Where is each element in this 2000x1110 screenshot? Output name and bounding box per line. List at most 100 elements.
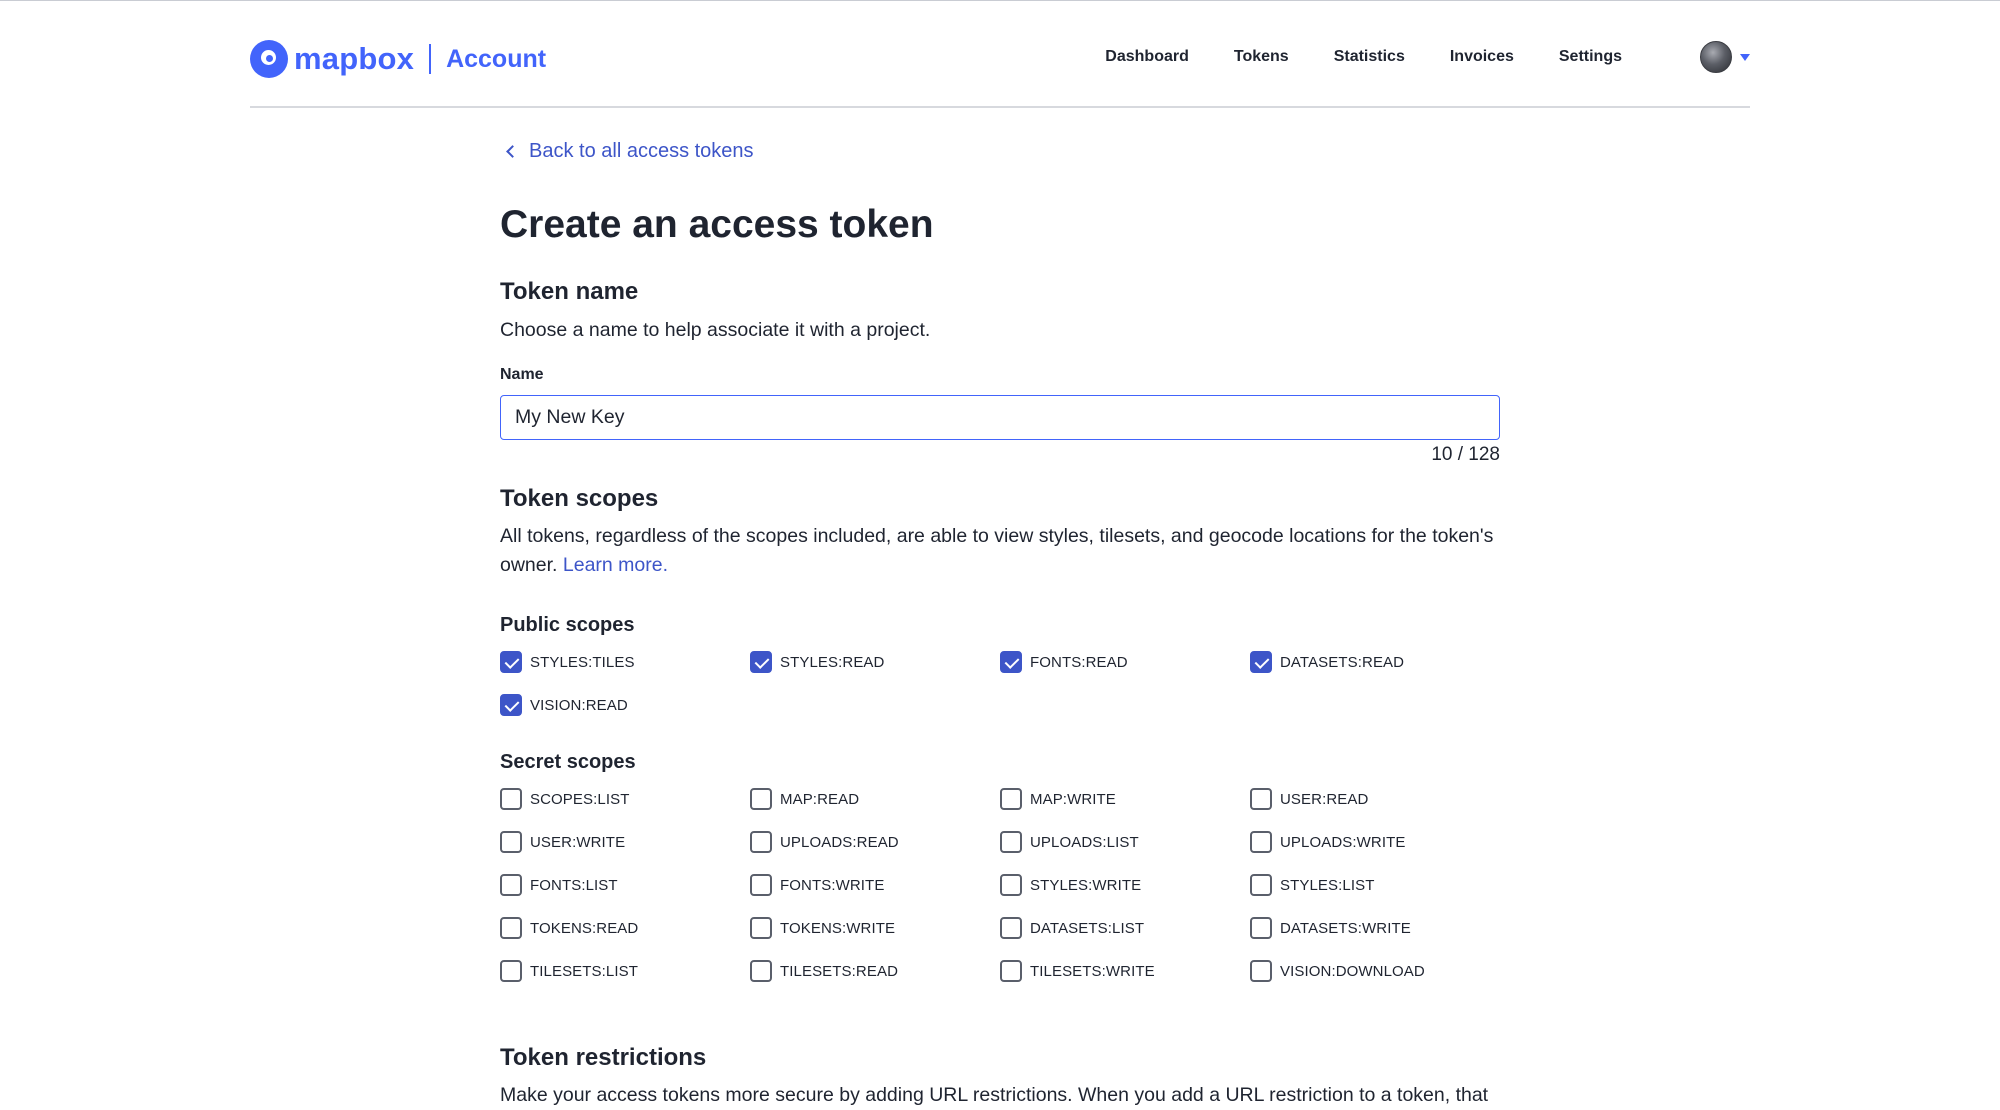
scope-checkbox[interactable] xyxy=(500,874,522,896)
learn-more-link[interactable]: Learn more. xyxy=(563,554,668,576)
mapbox-logo-icon xyxy=(250,40,288,78)
name-field-label: Name xyxy=(500,366,544,383)
nav-dashboard[interactable]: Dashboard xyxy=(1105,48,1189,66)
scope-checkbox[interactable] xyxy=(1250,917,1272,939)
token-scopes-title: Token scopes xyxy=(500,485,659,512)
name-input[interactable] xyxy=(500,395,1500,440)
scope-label: SCOPES:LIST xyxy=(530,790,630,808)
scope-tokens-read[interactable]: TOKENS:READ xyxy=(500,917,638,939)
scope-checkbox[interactable] xyxy=(1000,960,1022,982)
scope-styles-tiles[interactable]: STYLES:TILES xyxy=(500,651,635,673)
scope-checkbox[interactable] xyxy=(1250,960,1272,982)
scope-label: UPLOADS:READ xyxy=(780,833,899,851)
scope-label: STYLES:READ xyxy=(780,653,885,671)
scope-label: VISION:READ xyxy=(530,696,628,714)
scope-checkbox[interactable] xyxy=(750,651,772,673)
scope-tilesets-read[interactable]: TILESETS:READ xyxy=(750,960,898,982)
scope-datasets-read[interactable]: DATASETS:READ xyxy=(1250,651,1404,673)
scope-label: STYLES:WRITE xyxy=(1030,876,1142,894)
token-name-title: Token name xyxy=(500,278,639,305)
nav-settings[interactable]: Settings xyxy=(1559,48,1622,66)
scope-label: FONTS:READ xyxy=(1030,653,1128,671)
scope-vision-read[interactable]: VISION:READ xyxy=(500,694,628,716)
nav-statistics[interactable]: Statistics xyxy=(1334,48,1405,66)
scope-checkbox[interactable] xyxy=(500,831,522,853)
scope-label: TILESETS:WRITE xyxy=(1030,962,1155,980)
scope-checkbox[interactable] xyxy=(750,960,772,982)
scope-checkbox[interactable] xyxy=(1250,831,1272,853)
page-title: Create an access token xyxy=(500,203,934,246)
scope-label: TILESETS:LIST xyxy=(530,962,638,980)
scope-checkbox[interactable] xyxy=(1000,874,1022,896)
scope-uploads-list[interactable]: UPLOADS:LIST xyxy=(1000,831,1139,853)
char-counter: 10 / 128 xyxy=(1431,444,1500,465)
page: mapbox Account Dashboard Tokens Statisti… xyxy=(0,0,2000,1110)
scope-label: TOKENS:READ xyxy=(530,919,639,937)
scope-checkbox[interactable] xyxy=(1250,788,1272,810)
scope-scopes-list[interactable]: SCOPES:LIST xyxy=(500,788,629,810)
scope-vision-download[interactable]: VISION:DOWNLOAD xyxy=(1250,960,1425,982)
mapbox-logo[interactable]: mapbox Account xyxy=(250,40,546,78)
scope-label: USER:READ xyxy=(1280,790,1369,808)
avatar xyxy=(1700,41,1732,73)
scope-styles-read[interactable]: STYLES:READ xyxy=(750,651,884,673)
scope-label: UPLOADS:WRITE xyxy=(1280,833,1406,851)
scope-user-write[interactable]: USER:WRITE xyxy=(500,831,625,853)
scope-label: FONTS:LIST xyxy=(530,876,618,894)
scope-checkbox[interactable] xyxy=(500,651,522,673)
scope-map-read[interactable]: MAP:READ xyxy=(750,788,859,810)
scope-checkbox[interactable] xyxy=(1000,831,1022,853)
scope-label: USER:WRITE xyxy=(530,833,626,851)
scope-checkbox[interactable] xyxy=(1000,917,1022,939)
scope-styles-list[interactable]: STYLES:LIST xyxy=(1250,874,1374,896)
scope-label: FONTS:WRITE xyxy=(780,876,885,894)
scope-label: DATASETS:LIST xyxy=(1030,919,1145,937)
scope-checkbox[interactable] xyxy=(500,788,522,810)
scope-label: DATASETS:READ xyxy=(1280,653,1405,671)
nav-tokens[interactable]: Tokens xyxy=(1234,48,1289,66)
scope-checkbox[interactable] xyxy=(750,788,772,810)
scope-fonts-list[interactable]: FONTS:LIST xyxy=(500,874,618,896)
scope-uploads-read[interactable]: UPLOADS:READ xyxy=(750,831,899,853)
scope-styles-write[interactable]: STYLES:WRITE xyxy=(1000,874,1141,896)
scope-label: TOKENS:WRITE xyxy=(780,919,896,937)
public-scopes-title: Public scopes xyxy=(500,614,635,636)
scope-label: MAP:READ xyxy=(780,790,860,808)
back-link[interactable]: Back to all access tokens xyxy=(500,140,754,163)
scope-label: STYLES:TILES xyxy=(530,653,635,671)
scope-checkbox[interactable] xyxy=(1000,651,1022,673)
logo-section-label: Account xyxy=(446,44,547,73)
scope-label: TILESETS:READ xyxy=(780,962,898,980)
token-scopes-description: All tokens, regardless of the scopes inc… xyxy=(500,522,1500,580)
scope-checkbox[interactable] xyxy=(500,917,522,939)
scope-datasets-write[interactable]: DATASETS:WRITE xyxy=(1250,917,1411,939)
scope-tokens-write[interactable]: TOKENS:WRITE xyxy=(750,917,895,939)
back-link-label: Back to all access tokens xyxy=(529,140,754,162)
scope-tilesets-list[interactable]: TILESETS:LIST xyxy=(500,960,638,982)
scope-checkbox[interactable] xyxy=(500,960,522,982)
caret-down-icon xyxy=(1740,53,1750,61)
token-restrictions-description: Make your access tokens more secure by a… xyxy=(500,1084,1489,1106)
scope-uploads-write[interactable]: UPLOADS:WRITE xyxy=(1250,831,1405,853)
scope-checkbox[interactable] xyxy=(1250,651,1272,673)
scope-fonts-read[interactable]: FONTS:READ xyxy=(1000,651,1128,673)
scope-checkbox[interactable] xyxy=(1250,874,1272,896)
top-header: mapbox Account Dashboard Tokens Statisti… xyxy=(250,1,1750,108)
scope-label: STYLES:LIST xyxy=(1280,876,1375,894)
scope-checkbox[interactable] xyxy=(500,694,522,716)
scope-user-read[interactable]: USER:READ xyxy=(1250,788,1368,810)
scope-checkbox[interactable] xyxy=(750,831,772,853)
scope-checkbox[interactable] xyxy=(750,874,772,896)
logo-divider xyxy=(429,44,432,74)
scope-fonts-write[interactable]: FONTS:WRITE xyxy=(750,874,884,896)
secret-scopes-title: Secret scopes xyxy=(500,751,636,773)
nav-invoices[interactable]: Invoices xyxy=(1450,48,1514,66)
scope-label: MAP:WRITE xyxy=(1030,790,1116,808)
scope-map-write[interactable]: MAP:WRITE xyxy=(1000,788,1116,810)
logo-wordmark: mapbox xyxy=(294,41,415,76)
user-menu[interactable] xyxy=(1700,41,1750,73)
scope-datasets-list[interactable]: DATASETS:LIST xyxy=(1000,917,1144,939)
scope-tilesets-write[interactable]: TILESETS:WRITE xyxy=(1000,960,1155,982)
scope-checkbox[interactable] xyxy=(1000,788,1022,810)
scope-checkbox[interactable] xyxy=(750,917,772,939)
